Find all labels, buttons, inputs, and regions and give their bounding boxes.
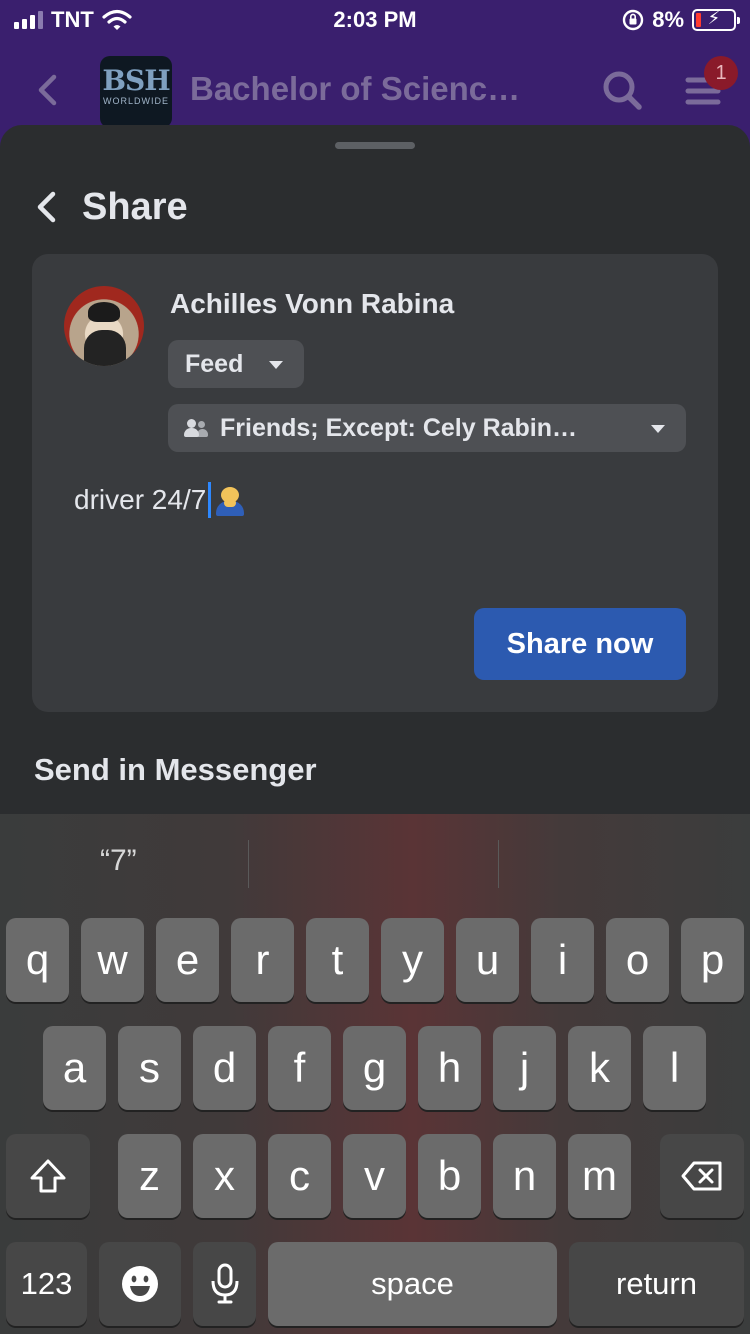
suggestion-item[interactable]: “7”	[100, 844, 137, 878]
key-r[interactable]: r	[231, 918, 294, 1002]
suggestion-divider	[248, 840, 249, 888]
key-j[interactable]: j	[493, 1026, 556, 1110]
caret-down-icon	[269, 361, 283, 369]
back-chevron-icon[interactable]	[34, 189, 60, 225]
search-icon[interactable]	[600, 68, 644, 112]
key-t[interactable]: t	[306, 918, 369, 1002]
destination-selector[interactable]: Feed	[168, 340, 304, 388]
key-b[interactable]: b	[418, 1134, 481, 1218]
key-l[interactable]: l	[643, 1026, 706, 1110]
key-z[interactable]: z	[118, 1134, 181, 1218]
key-o[interactable]: o	[606, 918, 669, 1002]
text-cursor	[208, 482, 212, 518]
share-sheet: Share Achilles Vonn Rabina Feed Friends;…	[0, 125, 750, 845]
battery-charging-icon: ⚡	[692, 8, 740, 31]
backspace-key[interactable]	[660, 1134, 744, 1218]
key-m[interactable]: m	[568, 1134, 631, 1218]
group-header: BSH WORLDWIDE Bachelor of Scienc… 1	[0, 50, 750, 135]
group-logo[interactable]: BSH WORLDWIDE	[100, 56, 172, 128]
orientation-lock-icon	[623, 9, 644, 31]
emoji-icon	[122, 1266, 158, 1302]
friends-icon	[184, 417, 208, 439]
key-e[interactable]: e	[156, 918, 219, 1002]
destination-label: Feed	[185, 349, 244, 378]
messenger-section-heading: Send in Messenger	[34, 752, 317, 787]
sheet-grabber[interactable]	[335, 142, 415, 149]
key-s[interactable]: s	[118, 1026, 181, 1110]
dictation-key[interactable]	[193, 1242, 256, 1326]
key-v[interactable]: v	[343, 1134, 406, 1218]
key-u[interactable]: u	[456, 918, 519, 1002]
avatar[interactable]	[64, 286, 144, 366]
space-key[interactable]: space	[268, 1242, 557, 1326]
group-title[interactable]: Bachelor of Scienc…	[190, 70, 520, 108]
post-text: driver 24/7	[74, 484, 207, 515]
key-a[interactable]: a	[43, 1026, 106, 1110]
battery-percent: 8%	[652, 7, 684, 32]
shift-icon	[30, 1159, 66, 1193]
key-w[interactable]: w	[81, 918, 144, 1002]
keyboard: “7” q w e r t y u i o p a s d f g h j k …	[0, 814, 750, 1334]
share-now-button[interactable]: Share now	[474, 608, 686, 680]
emoji-key[interactable]	[99, 1242, 181, 1326]
key-x[interactable]: x	[193, 1134, 256, 1218]
status-bar: TNT 2:03 PM 8% ⚡	[0, 0, 750, 40]
post-text-input[interactable]: driver 24/7	[74, 482, 247, 518]
audience-label: Friends; Except: Cely Rabin…	[220, 413, 578, 442]
key-d[interactable]: d	[193, 1026, 256, 1110]
suggestion-divider	[498, 840, 499, 888]
shift-key[interactable]	[6, 1134, 90, 1218]
return-key[interactable]: return	[569, 1242, 744, 1326]
key-y[interactable]: y	[381, 918, 444, 1002]
key-k[interactable]: k	[568, 1026, 631, 1110]
key-c[interactable]: c	[268, 1134, 331, 1218]
suggestion-bar: “7”	[0, 814, 750, 904]
numbers-key[interactable]: 123	[6, 1242, 87, 1326]
sheet-title: Share	[82, 185, 188, 228]
key-i[interactable]: i	[531, 918, 594, 1002]
key-q[interactable]: q	[6, 918, 69, 1002]
microphone-icon	[211, 1263, 238, 1304]
key-h[interactable]: h	[418, 1026, 481, 1110]
key-g[interactable]: g	[343, 1026, 406, 1110]
key-p[interactable]: p	[681, 918, 744, 1002]
back-chevron-icon[interactable]	[30, 72, 66, 108]
sheet-header: Share	[34, 185, 188, 229]
backspace-icon	[681, 1161, 722, 1191]
notification-badge: 1	[704, 56, 738, 90]
caret-down-icon	[651, 425, 665, 433]
person-bowing-emoji-icon	[213, 483, 247, 517]
key-n[interactable]: n	[493, 1134, 556, 1218]
audience-selector[interactable]: Friends; Except: Cely Rabin…	[168, 404, 686, 452]
share-composer-card: Achilles Vonn Rabina Feed Friends; Excep…	[32, 254, 718, 712]
user-name: Achilles Vonn Rabina	[170, 288, 455, 319]
key-f[interactable]: f	[268, 1026, 331, 1110]
